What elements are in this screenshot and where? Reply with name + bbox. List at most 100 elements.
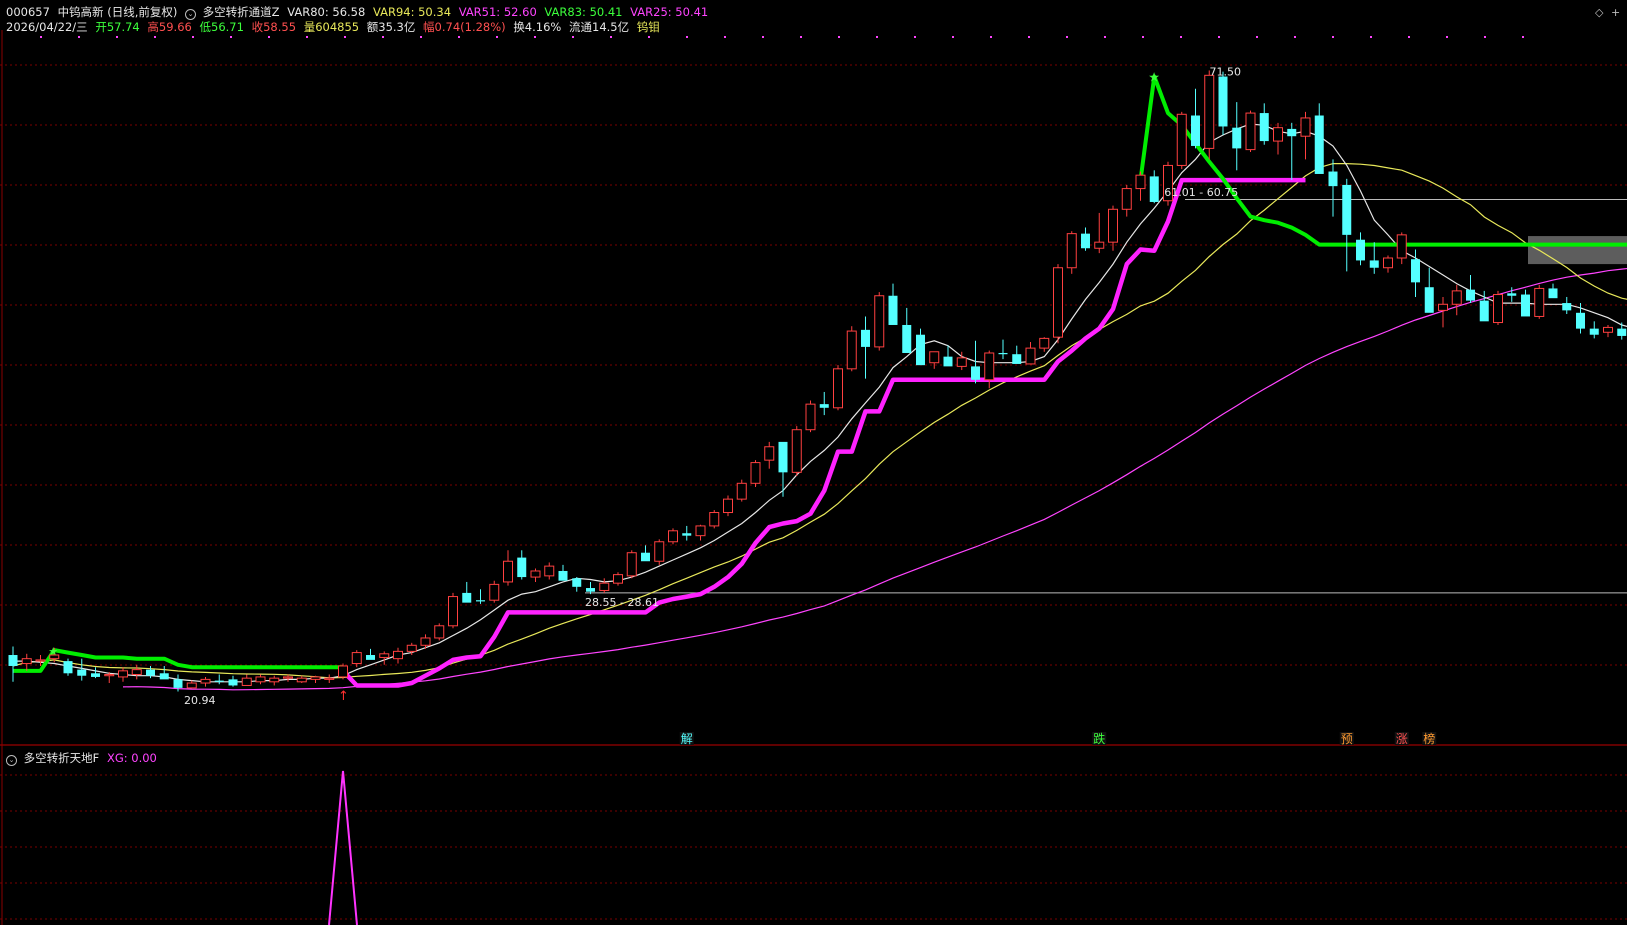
candle-body-up bbox=[1066, 233, 1077, 269]
chart-stage: ★★↑↑71.5020.9461.01 - 60.7557.90 - 53.37… bbox=[0, 0, 1627, 925]
event-marker-label: 跌 bbox=[1093, 731, 1105, 746]
indicator-toggle-icon[interactable]: ⌄ bbox=[185, 9, 197, 20]
header-dot bbox=[724, 36, 726, 38]
candle-body-down bbox=[916, 334, 925, 366]
sub-indicator-name[interactable]: 多空转折天地F bbox=[24, 751, 100, 765]
kline-chart[interactable]: ★★↑↑71.5020.9461.01 - 60.7557.90 - 53.37… bbox=[0, 0, 1627, 925]
bar-date: 2026/04/22/三 bbox=[6, 20, 88, 34]
candle-body-up bbox=[1204, 74, 1215, 149]
header-dot bbox=[78, 36, 80, 38]
turnover: 换4.16% bbox=[513, 20, 562, 34]
open-price: 开57.74 bbox=[95, 20, 140, 34]
header-dot bbox=[192, 36, 194, 38]
candle-body-down bbox=[1466, 289, 1475, 301]
header-dot bbox=[268, 36, 270, 38]
candle-body-up bbox=[695, 525, 706, 537]
candle-body-up bbox=[406, 644, 417, 652]
candle-body-up bbox=[186, 682, 197, 689]
candle-body-down bbox=[998, 352, 1008, 355]
header-dot bbox=[914, 36, 916, 38]
header-dot bbox=[154, 36, 156, 38]
candle-body-up bbox=[1534, 287, 1545, 317]
candle-body-down bbox=[572, 578, 582, 587]
header-dot bbox=[1370, 36, 1372, 38]
candle-body-up bbox=[35, 659, 46, 662]
candle-body-down bbox=[1012, 354, 1022, 364]
price-mode: (日线,前复权) bbox=[107, 5, 178, 19]
candle-body-down bbox=[1314, 115, 1324, 174]
candle-body-down bbox=[1259, 113, 1269, 142]
candle-body-up bbox=[503, 560, 513, 583]
event-marker-label: 涨 bbox=[1396, 731, 1408, 746]
candle-body-up bbox=[434, 625, 445, 639]
header-dot bbox=[116, 36, 118, 38]
candle-body-up bbox=[200, 678, 211, 684]
candle-body-down bbox=[1562, 303, 1572, 311]
candle-body-up bbox=[241, 677, 252, 686]
change: 幅0.74(1.28%) bbox=[423, 20, 506, 34]
header-dot bbox=[686, 36, 688, 38]
event-marker-label: 榜 bbox=[1423, 731, 1435, 746]
diamond-icon[interactable]: ◇ bbox=[1595, 6, 1603, 19]
annotation-high: 71.50 bbox=[1210, 65, 1242, 78]
candle-body-down bbox=[819, 404, 829, 408]
header-dot bbox=[572, 36, 574, 38]
header-dot bbox=[1028, 36, 1030, 38]
candle-body-down bbox=[1328, 171, 1338, 187]
header-dot bbox=[1484, 36, 1486, 38]
candle-body-up bbox=[296, 677, 307, 683]
sub-indicator-toggle-icon[interactable]: ⌄ bbox=[6, 755, 17, 766]
candle-body-down bbox=[146, 669, 155, 676]
event-marker-label: 预 bbox=[1341, 732, 1353, 746]
candle-body-down bbox=[971, 366, 980, 380]
candle-body-up bbox=[929, 351, 940, 364]
candle-body-up bbox=[283, 676, 293, 679]
candle-body-up bbox=[530, 570, 541, 578]
header-dot bbox=[990, 36, 992, 38]
sector-tag[interactable]: 钨钼 bbox=[637, 20, 660, 34]
candle-body-up bbox=[736, 482, 747, 500]
candle-body-up bbox=[1094, 241, 1105, 249]
candle-body-down bbox=[1424, 287, 1434, 313]
candle-body-down bbox=[1617, 328, 1627, 336]
header-dot bbox=[1256, 36, 1258, 38]
stock-name: 中钨高新 bbox=[57, 5, 104, 19]
annotation-low: 20.94 bbox=[184, 694, 216, 707]
header-dot bbox=[40, 36, 42, 38]
candle-body-up bbox=[874, 295, 885, 348]
candle-body-down bbox=[778, 441, 788, 473]
candle-body-down bbox=[902, 324, 912, 353]
header-dot bbox=[1066, 36, 1068, 38]
candle-body-up bbox=[984, 352, 995, 381]
candle-body-down bbox=[1548, 288, 1558, 299]
header-dot bbox=[496, 36, 498, 38]
header-row-2: 2026/04/22/三 开57.74 高59.66 低56.71 收58.55… bbox=[6, 20, 660, 34]
candle-body-up bbox=[1396, 234, 1407, 259]
var83: VAR83: 50.41 bbox=[544, 5, 623, 19]
candle-body-up bbox=[1053, 267, 1063, 338]
candle-body-up bbox=[420, 637, 431, 646]
candle-body-up bbox=[338, 665, 348, 678]
plus-icon[interactable]: + bbox=[1611, 6, 1620, 19]
candle-body-down bbox=[1576, 312, 1585, 329]
var51: VAR51: 52.60 bbox=[458, 5, 537, 19]
candle-body-up bbox=[846, 330, 857, 370]
header-dot bbox=[1180, 36, 1182, 38]
header-dot bbox=[1332, 36, 1334, 38]
candle-body-down bbox=[8, 655, 18, 666]
candle-body-up bbox=[1135, 174, 1146, 190]
candle-body-up bbox=[393, 650, 403, 660]
volume: 量604855 bbox=[303, 20, 360, 34]
sub-panel-header: ⌄ 多空转折天地F XG: 0.00 bbox=[6, 751, 157, 766]
header-dot bbox=[648, 36, 650, 38]
header-dot bbox=[1522, 36, 1524, 38]
candle-body-down bbox=[1232, 127, 1242, 149]
ref-band-mid bbox=[1528, 236, 1627, 265]
header-dot bbox=[952, 36, 954, 38]
bull-channel-line-1 bbox=[341, 177, 1306, 688]
header-dot bbox=[306, 36, 308, 38]
candle-body-up bbox=[833, 368, 843, 409]
indicator-name[interactable]: 多空转折通道Z bbox=[203, 5, 280, 19]
low-price: 低56.71 bbox=[199, 20, 244, 34]
candle-body-up bbox=[626, 552, 637, 577]
